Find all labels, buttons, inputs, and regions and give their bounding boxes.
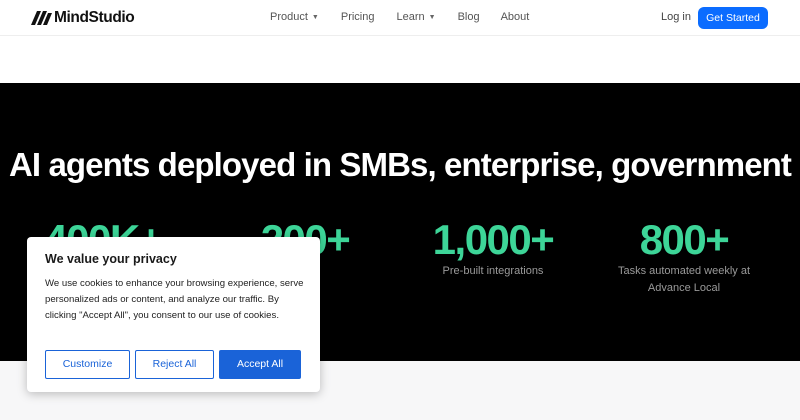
- nav-link-about[interactable]: About: [501, 11, 530, 23]
- chevron-down-icon: ▼: [311, 13, 319, 21]
- brand-name: MindStudio: [54, 9, 135, 26]
- stat-label: Pre-built integrations: [442, 265, 544, 277]
- nav-link-pricing[interactable]: Pricing: [341, 11, 375, 23]
- hero-title: AI agents deployed in SMBs, enterprise, …: [8, 146, 792, 183]
- customize-button[interactable]: Customize: [45, 350, 130, 379]
- nav-link-label: Learn: [396, 11, 425, 23]
- nav-link-label: Blog: [457, 11, 480, 23]
- stat-value: 1,000+: [432, 216, 555, 263]
- nav-link-blog[interactable]: Blog: [458, 11, 480, 23]
- accept-all-button[interactable]: Accept All: [219, 350, 301, 379]
- cookie-consent-dialog: We value your privacy We use cookies to …: [27, 237, 320, 392]
- stat-label: Tasks automated weekly at Advance Local: [617, 265, 751, 294]
- cookie-title: We value your privacy: [45, 252, 177, 266]
- stat-value: 800+: [639, 216, 730, 263]
- nav-link-label: Product: [270, 11, 308, 23]
- chevron-down-icon: ▼: [428, 13, 436, 21]
- nav-link-label: Pricing: [340, 11, 375, 23]
- mindstudio-logo-icon: [31, 11, 52, 25]
- top-navbar: MindStudio Product ▼ Pricing Learn ▼ Blo…: [0, 0, 800, 36]
- nav-link-product[interactable]: Product ▼: [270, 11, 319, 23]
- get-started-button[interactable]: Get Started: [698, 7, 768, 29]
- mindstudio-logo[interactable]: MindStudio: [31, 9, 135, 27]
- nav-link-learn[interactable]: Learn ▼: [396, 11, 435, 23]
- nav-link-label: About: [500, 11, 530, 23]
- login-link[interactable]: Log in: [661, 11, 691, 23]
- reject-all-button[interactable]: Reject All: [135, 350, 214, 379]
- nav-links: Product ▼ Pricing Learn ▼ Blog About: [270, 11, 529, 23]
- cookie-message: We use cookies to enhance your browsing …: [45, 278, 304, 321]
